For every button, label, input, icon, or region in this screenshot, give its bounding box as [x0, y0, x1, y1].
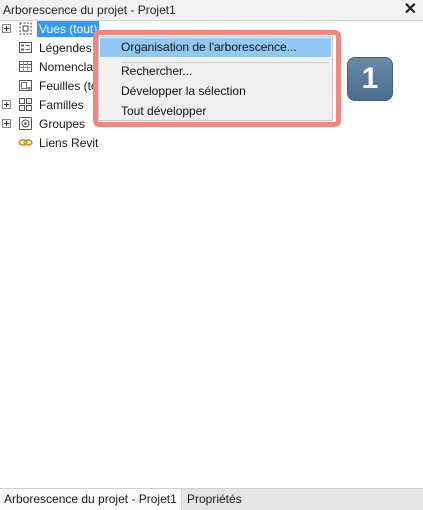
groups-icon [19, 117, 32, 130]
tree-node-legends[interactable]: Légendes [0, 39, 100, 58]
tree-node-families[interactable]: Familles [0, 96, 100, 115]
tree-node-label: Nomencla [39, 60, 94, 74]
views-icon [19, 22, 32, 35]
tree-node-views[interactable]: Vues (tout) [0, 20, 100, 39]
tree-node-label: Familles [39, 98, 84, 112]
tree-node-label: Feuilles (to [39, 79, 98, 93]
tree-node-label: Vues (tout) [37, 21, 100, 37]
close-icon[interactable]: ✕ [404, 1, 417, 19]
tree-node-label: Liens Revit [39, 136, 99, 150]
revit-links-icon [18, 139, 33, 146]
callout-highlight [93, 30, 341, 127]
tree-node-label: Groupes [39, 117, 86, 131]
tree-node-label: Légendes [39, 41, 92, 55]
legend-icon [19, 42, 32, 53]
tree-node-groups[interactable]: Groupes [0, 115, 100, 134]
tree-node-sheets[interactable]: Feuilles (to [0, 77, 100, 96]
panel-title: Arborescence du projet - Projet1 [3, 3, 176, 17]
tree-node-schedules[interactable]: Nomencla [0, 58, 100, 77]
expand-icon[interactable] [2, 100, 11, 109]
tab-properties[interactable]: Propriétés [183, 489, 246, 510]
panel-titlebar: Arborescence du projet - Projet1 ✕ [0, 0, 423, 21]
bottom-tab-bar: Arborescence du projet - Projet1 Proprié… [0, 488, 423, 510]
expand-icon[interactable] [2, 24, 11, 33]
step-number-badge: 1 [347, 57, 393, 101]
expand-icon[interactable] [2, 119, 11, 128]
tab-project-browser[interactable]: Arborescence du projet - Projet1 [0, 489, 182, 510]
families-icon [19, 98, 32, 111]
tree-node-revit-links[interactable]: Liens Revit [0, 134, 100, 153]
sheet-icon [19, 80, 32, 91]
schedule-icon [19, 61, 32, 72]
